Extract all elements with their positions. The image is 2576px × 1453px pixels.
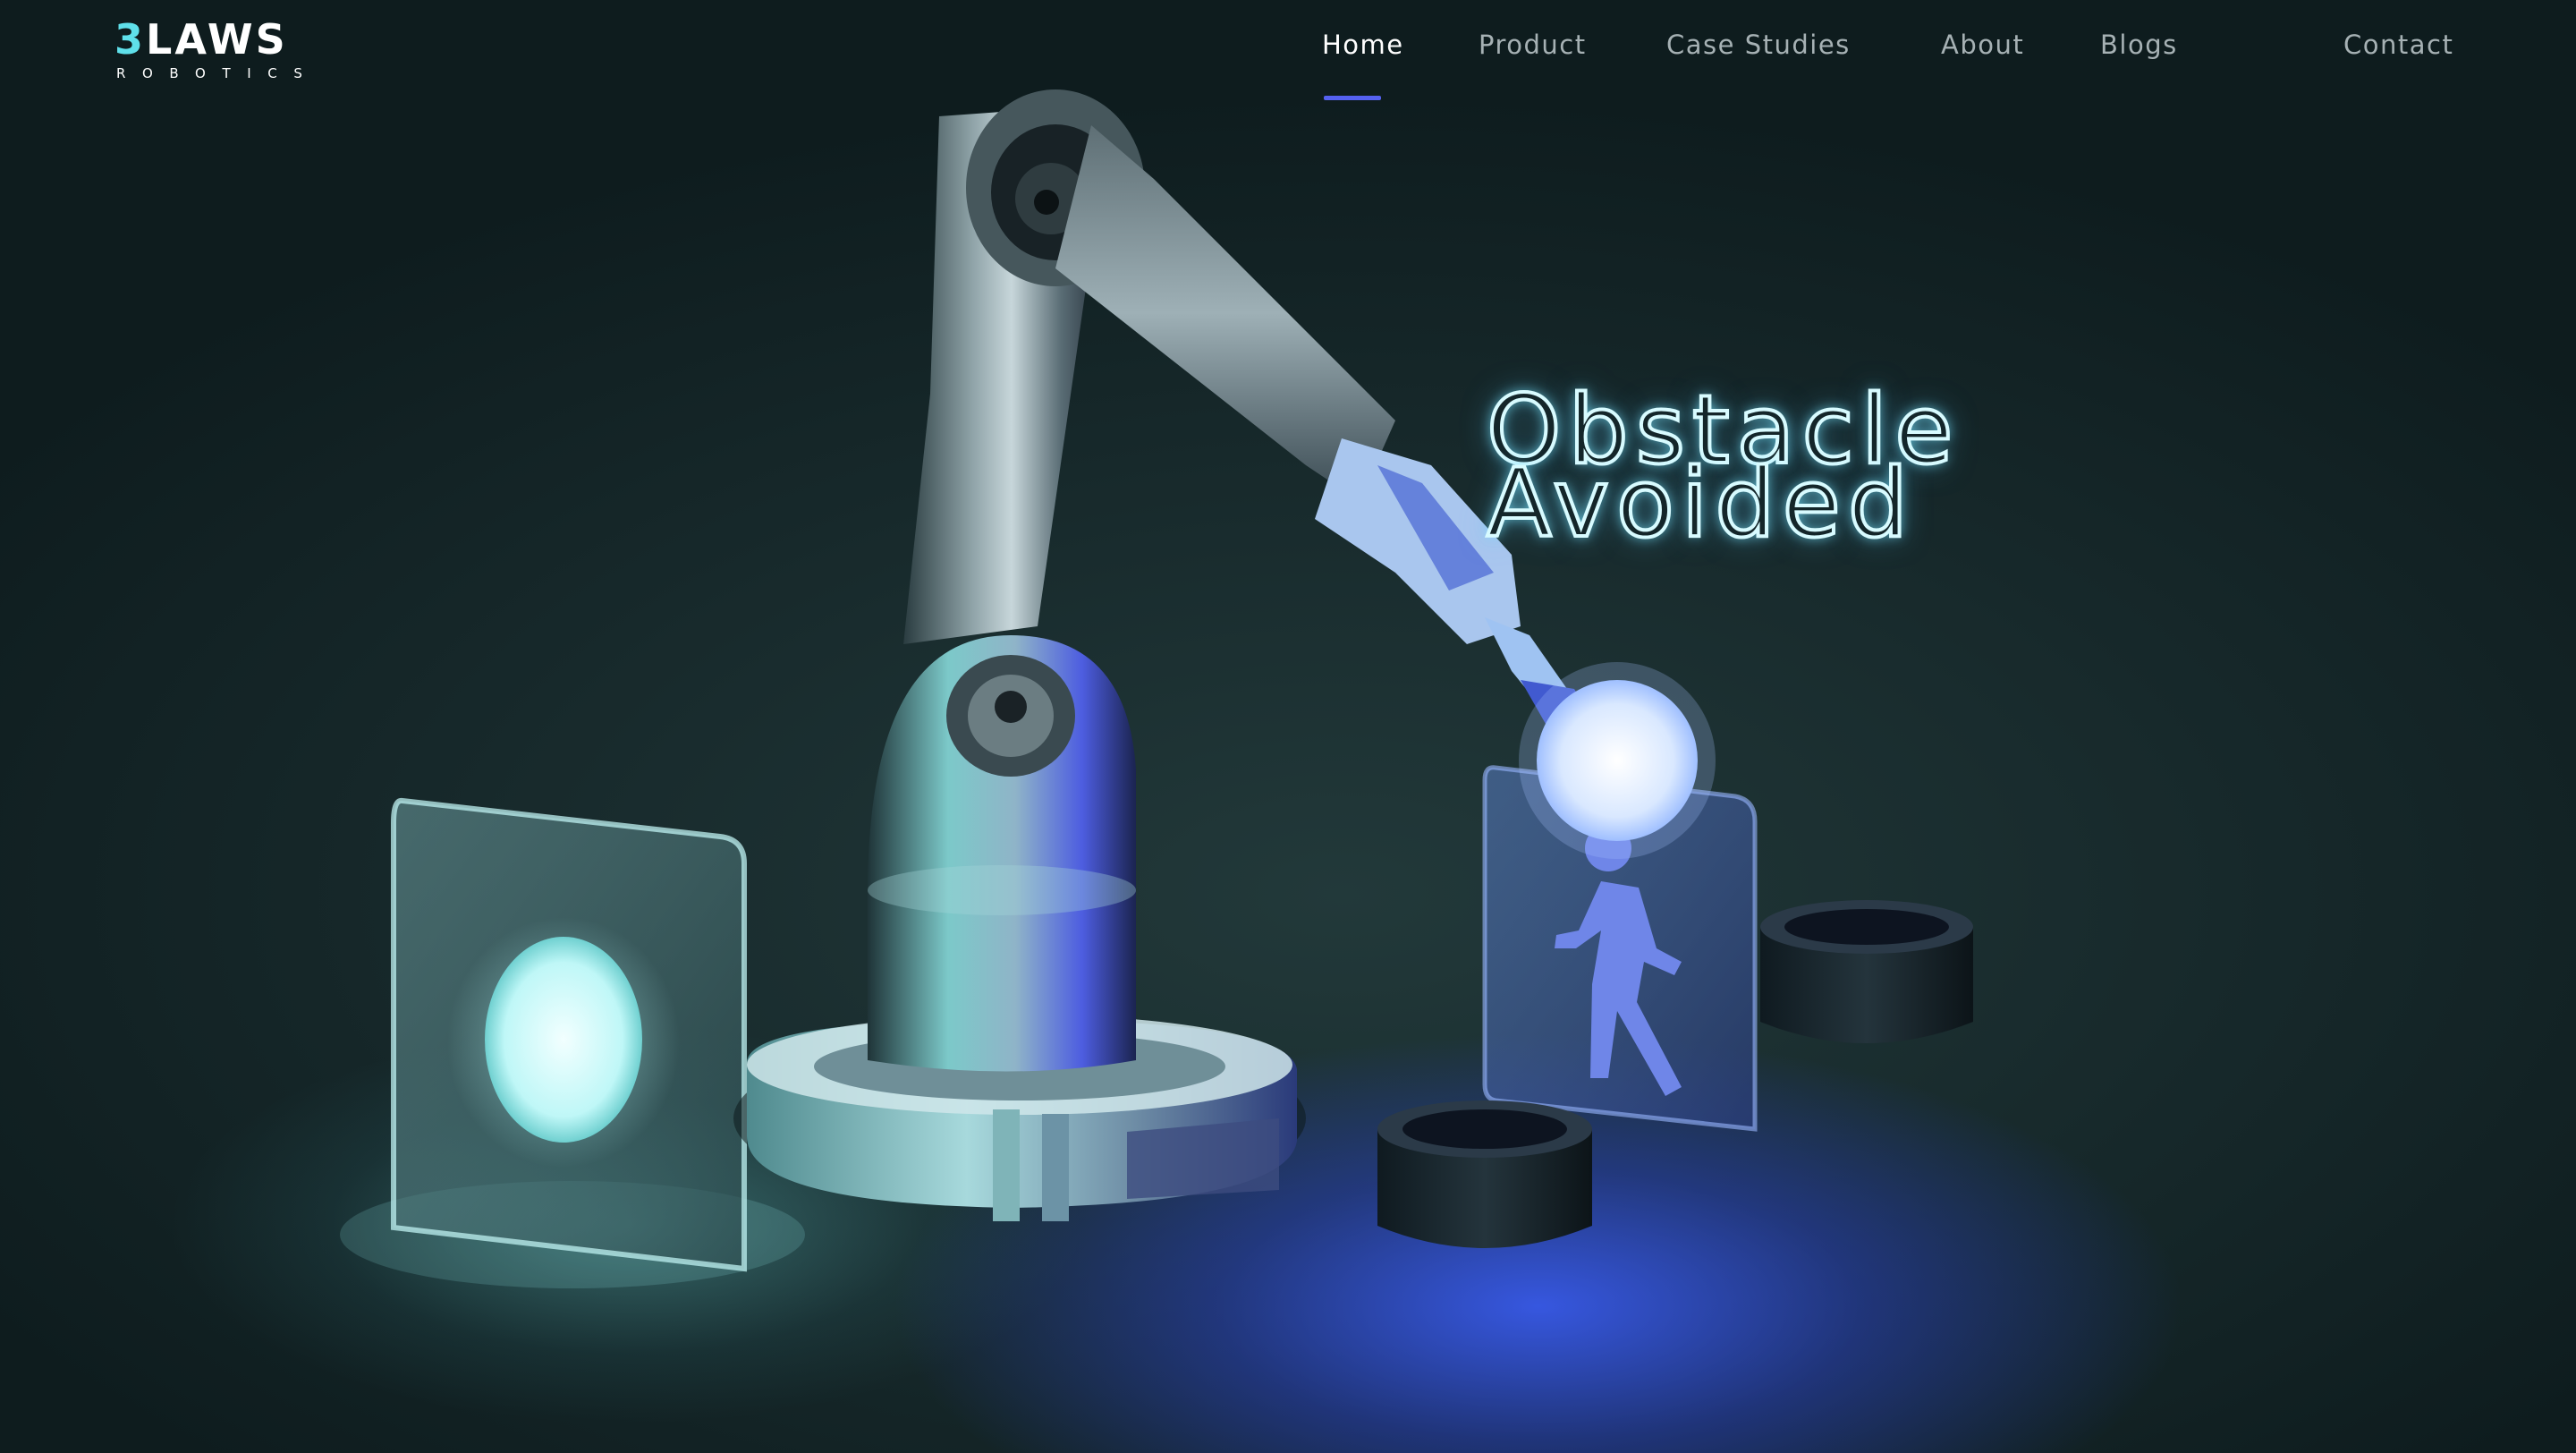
hero-headline: Obstacle Avoided — [1485, 381, 1960, 558]
nav-product-link[interactable]: Product — [1479, 27, 1587, 63]
cylinder-obstacle-front — [1377, 1100, 1592, 1248]
cylinder-obstacle-back — [1760, 900, 1973, 1043]
glowing-orb — [1519, 662, 1716, 859]
nav-blogs-link[interactable]: Blogs — [2100, 27, 2178, 63]
nav-about-link[interactable]: About — [1941, 27, 2024, 63]
logo-wordmark: 3LAWS — [114, 18, 288, 61]
glow-panel-left — [340, 797, 805, 1288]
logo-tagline: ROBOTICS — [116, 65, 319, 81]
hero-headline-line2: Avoided — [1485, 448, 1916, 558]
nav-active-underline — [1324, 96, 1381, 100]
site-header: 3LAWS ROBOTICS Home Product Case Studies… — [0, 0, 2576, 107]
logo-wordmark-accent: 3 — [114, 15, 147, 64]
nav-home-link[interactable]: Home — [1322, 27, 1404, 63]
brand-logo[interactable]: 3LAWS ROBOTICS — [114, 18, 374, 81]
nav-contact-link[interactable]: Contact — [2343, 27, 2453, 63]
logo-wordmark-rest: LAWS — [146, 15, 288, 64]
hero-stage: 3LAWS ROBOTICS Home Product Case Studies… — [0, 0, 2576, 1453]
nav-case-studies-link[interactable]: Case Studies — [1666, 27, 1851, 63]
robot-arm — [733, 89, 1601, 1221]
hero-scene — [340, 89, 1973, 1288]
